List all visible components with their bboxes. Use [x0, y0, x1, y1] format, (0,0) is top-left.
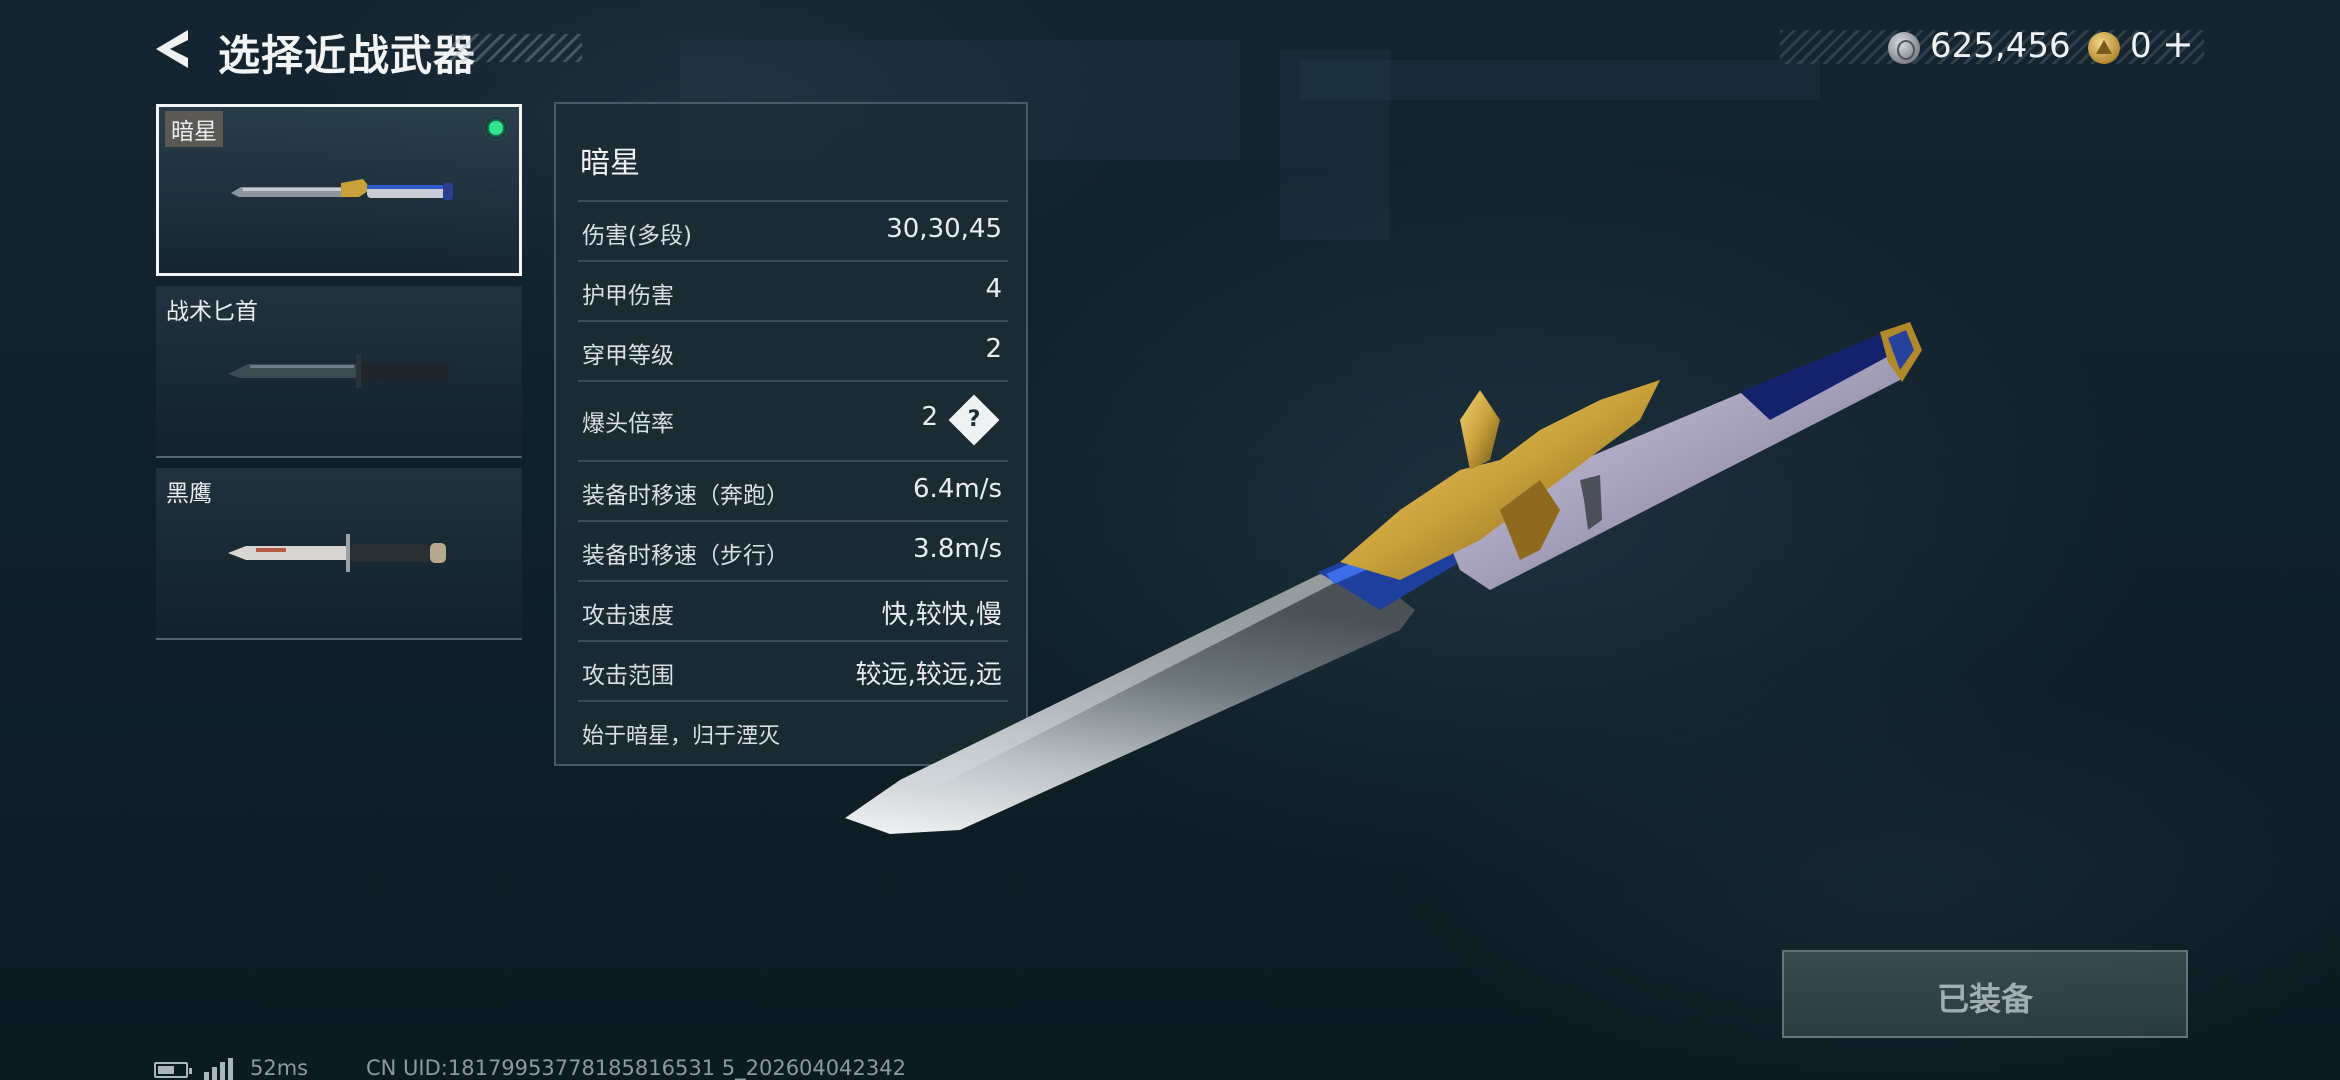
- silver-currency-amount: 625,456: [1930, 26, 2071, 66]
- knife-thumbnail-black-eagle: [228, 534, 446, 572]
- weapon-card-anxing[interactable]: 暗星: [156, 104, 522, 276]
- background-structure: [1300, 60, 1820, 100]
- stat-label: 爆头倍率: [582, 411, 674, 437]
- knife-thumbnail-anxing: [231, 179, 453, 200]
- weapon-card-name: 暗星: [165, 111, 223, 147]
- stat-label: 伤害(多段): [582, 223, 692, 249]
- gold-coin-icon: [2088, 32, 2120, 64]
- weapon-card-black-eagle[interactable]: 黑鹰: [156, 468, 522, 640]
- stat-label: 护甲伤害: [582, 283, 674, 309]
- stat-value: 4: [985, 274, 1002, 304]
- card-divider: [156, 456, 522, 458]
- silver-coin-icon: [1888, 32, 1920, 64]
- knife-thumbnail-tactical-dagger: [228, 354, 449, 388]
- signal-icon: [204, 1058, 238, 1080]
- equipped-button[interactable]: 已装备: [1782, 950, 2188, 1038]
- battery-icon: [154, 1062, 192, 1078]
- stat-label: 攻击速度: [582, 603, 674, 629]
- card-divider: [156, 638, 522, 640]
- stat-label: 攻击范围: [582, 663, 674, 689]
- equipped-button-label: 已装备: [1936, 980, 2033, 1018]
- equipped-indicator-icon: [483, 115, 509, 141]
- gold-currency-amount: 0: [2130, 26, 2152, 66]
- stat-value: 30,30,45: [886, 214, 1002, 244]
- ping-indicator: 52ms: [250, 1056, 309, 1080]
- page-title: 选择近战武器: [218, 31, 477, 80]
- stat-label: 穿甲等级: [582, 343, 674, 369]
- back-arrow-icon: [156, 30, 188, 68]
- stat-row-damage: 伤害(多段) 30,30,45: [578, 200, 1008, 260]
- weapon-card-name: 战术匕首: [166, 299, 258, 325]
- user-uid: CN UID:18179953778185816531 5_2026040423…: [366, 1056, 906, 1080]
- stat-label: 装备时移速（步行）: [582, 543, 789, 569]
- weapon-card-name: 黑鹰: [166, 481, 212, 507]
- stats-panel-title: 暗星: [580, 146, 640, 181]
- knife-render-image: [845, 322, 1922, 834]
- back-button[interactable]: [148, 24, 198, 74]
- title-decoration: [450, 34, 582, 62]
- stat-label: 装备时移速（奔跑）: [582, 483, 789, 509]
- add-currency-button[interactable]: +: [2162, 22, 2194, 66]
- weapon-card-tactical-dagger[interactable]: 战术匕首: [156, 286, 522, 458]
- weapon-description: 始于暗星，归于湮灭: [582, 724, 781, 749]
